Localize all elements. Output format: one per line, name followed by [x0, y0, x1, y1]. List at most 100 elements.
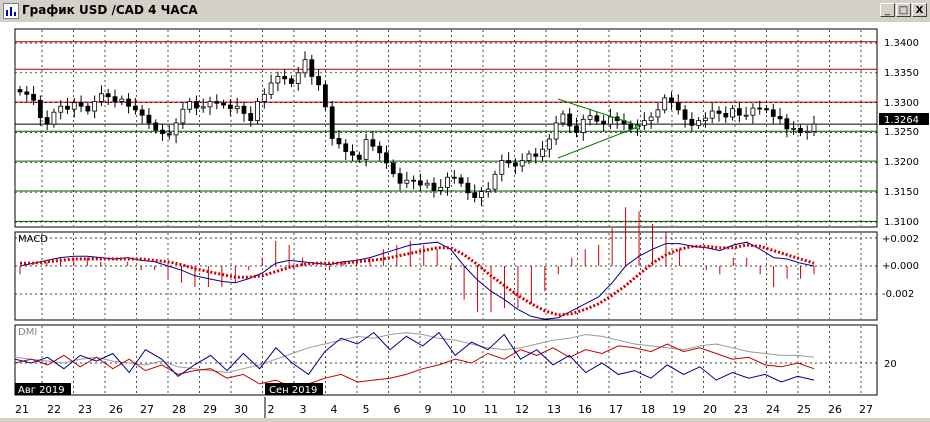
price-tick: 1.3150: [884, 187, 919, 198]
usdcad-chart[interactable]: 1.3400 1.3350 1.3300 1.3250 1.3200 1.315…: [0, 22, 930, 418]
candle-body: [411, 179, 417, 182]
candle-body: [255, 101, 260, 121]
candle-body: [343, 143, 349, 152]
candle-body: [499, 160, 505, 175]
time-tick: 17: [609, 403, 623, 416]
candle-body: [17, 89, 23, 93]
candle-body: [519, 160, 525, 167]
candle-body: [65, 105, 70, 110]
candle-body: [92, 101, 98, 112]
window-titlebar[interactable]: График USD /CAD 4 ЧАСА _ □ X: [0, 0, 930, 23]
candle-body: [431, 182, 437, 191]
price-tick: 1.3250: [884, 127, 919, 138]
candle-body: [132, 105, 138, 111]
candle-body: [648, 116, 654, 121]
time-tick: 26: [109, 403, 123, 416]
candle-body: [397, 173, 403, 184]
dmi-panel[interactable]: [14, 324, 878, 396]
candle-body: [126, 98, 131, 107]
time-tick: 29: [203, 403, 217, 416]
candle-body: [669, 97, 674, 104]
chart-window-icon: [3, 3, 19, 19]
time-tick: 24: [766, 403, 780, 416]
chart-area[interactable]: 1.3400 1.3350 1.3300 1.3250 1.3200 1.315…: [0, 22, 930, 418]
candle-body: [153, 122, 159, 131]
candle-body: [791, 127, 797, 130]
candle-body: [574, 125, 579, 133]
candle-body: [723, 113, 729, 118]
time-tick: 20: [703, 403, 717, 416]
time-tick: 12: [515, 403, 529, 416]
candle-body: [757, 107, 763, 110]
candle-body: [777, 115, 783, 120]
candle-body: [112, 96, 118, 102]
time-tick: 4: [331, 403, 338, 416]
candle-body: [567, 113, 573, 127]
candle-body: [736, 108, 742, 116]
candle-body: [601, 120, 607, 125]
candle-body: [322, 84, 328, 108]
candle-body: [146, 114, 152, 124]
month-marker-aug-label: Авг 2019: [18, 385, 65, 396]
candle-body: [234, 105, 240, 110]
candle-body: [492, 173, 498, 190]
candle-body: [309, 59, 315, 77]
time-tick: 23: [78, 403, 92, 416]
time-tick: 28: [172, 403, 186, 416]
candle-body: [187, 101, 193, 110]
candle-body: [268, 82, 274, 95]
candle-body: [248, 113, 254, 121]
candle-body: [221, 102, 226, 106]
candle-body: [438, 186, 444, 191]
candle-body: [472, 192, 478, 198]
candle-body: [479, 191, 484, 198]
close-button[interactable]: X: [912, 3, 927, 17]
candle-body: [24, 91, 30, 95]
price-tick: 1.3350: [884, 68, 919, 79]
candle-body: [465, 182, 471, 194]
candle-body: [370, 139, 376, 147]
month-marker-sep-label: Сен 2019: [269, 385, 317, 396]
time-tick: 9: [425, 403, 432, 416]
candle-body: [608, 116, 613, 125]
time-tick: 3: [300, 403, 307, 416]
candle-body: [119, 98, 125, 102]
candle-body: [689, 118, 695, 126]
candle-body: [655, 109, 661, 118]
candle-body: [200, 106, 206, 109]
candle-body: [99, 93, 104, 102]
candle-body: [445, 176, 450, 188]
candle-body: [44, 117, 50, 125]
price-tick: 1.3400: [884, 38, 919, 49]
candle-body: [526, 153, 532, 161]
candle-body: [506, 160, 512, 164]
minimize-button[interactable]: _: [880, 3, 895, 17]
candle-body: [180, 108, 186, 124]
time-tick: 23: [734, 403, 748, 416]
macd-tick: -0.002: [882, 289, 914, 300]
candle-body: [743, 114, 749, 117]
candle-body: [628, 123, 634, 130]
candle-body: [363, 139, 369, 160]
candle-body: [302, 59, 308, 74]
time-tick: 13: [547, 403, 561, 416]
candle-body: [417, 180, 423, 186]
restore-button[interactable]: □: [896, 3, 911, 17]
candle-body: [682, 109, 688, 120]
price-panel[interactable]: [14, 28, 878, 228]
candle-body: [675, 102, 681, 111]
candle-body: [31, 93, 36, 101]
candle-body: [282, 76, 288, 80]
candle-body: [384, 152, 389, 164]
price-tick: 1.3200: [884, 157, 919, 168]
candle-body: [207, 101, 213, 108]
candle-body: [750, 107, 756, 116]
candle-body: [105, 93, 111, 98]
candle-body: [194, 101, 199, 109]
time-axis: 21 22 23 26 27 28 29 30 2 3 4 5 6 9 10 11 12 13 16 17 18 19 20…: [15, 397, 873, 418]
time-tick: 22: [47, 403, 61, 416]
time-tick: 5: [363, 403, 370, 416]
candle-body: [350, 151, 355, 156]
dmi-tick: 20: [884, 359, 897, 370]
candle-body: [730, 108, 735, 118]
